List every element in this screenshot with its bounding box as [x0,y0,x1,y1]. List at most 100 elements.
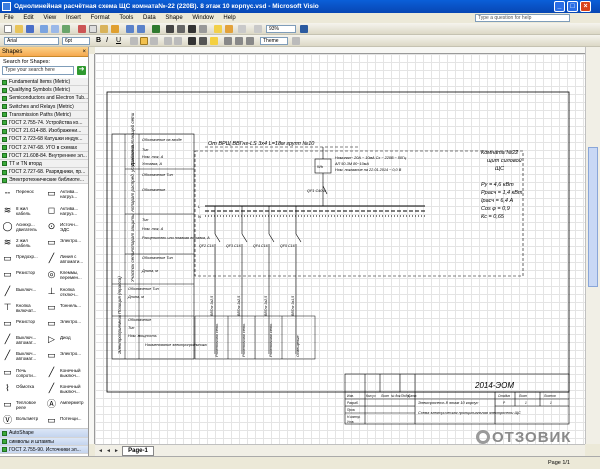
zoom-in-icon[interactable] [254,25,262,33]
menu-edit[interactable]: Edit [19,13,37,23]
stencil-item[interactable]: символы и штампы [0,437,88,446]
menu-view[interactable]: View [39,13,60,23]
align-left-icon[interactable] [130,37,138,45]
shape-item[interactable]: ▭ Электро... [45,348,87,364]
first-page-icon[interactable]: ◄ [98,447,104,455]
justify-icon[interactable] [164,37,172,45]
text-tool-icon[interactable] [188,25,196,33]
connector-tool-icon[interactable] [177,25,185,33]
shape-item[interactable]: ◯ Асинхр... двигатель [1,219,43,235]
save-icon[interactable] [26,25,34,33]
stencil-item[interactable]: Semiconductors and Electron Tub... [0,94,88,103]
font-color-icon[interactable] [188,37,196,45]
shape-item[interactable]: ╱ Конечный выключ... [45,365,87,381]
minimize-button[interactable]: _ [554,1,565,12]
shape-item[interactable]: ▭ Резистор [1,267,43,283]
menu-format[interactable]: Format [87,13,114,23]
shape-item[interactable]: ▭ Предохр... [1,251,43,267]
font-size-select[interactable]: 6pt [62,37,90,45]
shape-item[interactable]: ⌇ Обмотка [1,381,43,397]
new-icon[interactable] [4,25,12,33]
shape-item[interactable]: ╱ Выключ... автомат... [1,332,43,348]
shape-item[interactable]: ▭ Электро... [45,316,87,332]
spelling-icon[interactable] [62,25,70,33]
stencil-item[interactable]: ГОСТ 2.723-68 Катушки индук... [0,135,88,144]
stencil-item[interactable]: Transmission Paths (Metric) [0,110,88,119]
stamp-tool-icon[interactable] [225,25,233,33]
shape-item[interactable]: ▭ Актива... нагруз... [45,186,87,202]
fill-color-icon[interactable] [210,37,218,45]
shape-item[interactable]: ▭ Тоннель... [45,300,87,316]
shape-item[interactable]: ≋ 2 жил кабель [1,235,43,251]
theme-button[interactable]: Theme [260,37,288,45]
line-weight-icon[interactable] [224,37,232,45]
undo-icon[interactable] [126,25,134,33]
shape-item[interactable]: ⊙ Источн... ЭДС [45,219,87,235]
shape-item[interactable]: ◻ Актива... нагруз... [45,203,87,219]
rectangle-tool-icon[interactable] [199,25,207,33]
drawing-canvas[interactable]: От ВРЩ ВВГнг-LS 3х4 L=18м групп №10 Данн… [95,54,585,444]
next-page-icon[interactable]: ► [114,447,120,455]
zoom-select[interactable]: 93% [266,25,296,33]
shape-item[interactable]: ◎ Клеммы, перемен... [45,267,87,283]
shape-item[interactable]: ▭ Печь сопроти... [1,365,43,381]
close-icon[interactable]: × [82,47,86,57]
zoom-out-icon[interactable] [238,25,246,33]
menu-file[interactable]: File [0,13,18,23]
close-button[interactable]: × [580,1,591,12]
shape-item[interactable]: ⊥ Кнопка отключ... [45,284,87,300]
paste-icon[interactable] [100,25,108,33]
menu-help[interactable]: Help [219,13,239,23]
line-color-icon[interactable] [199,37,207,45]
prev-page-icon[interactable]: ◄ [106,447,112,455]
font-select[interactable]: Arial [4,37,59,45]
cut-icon[interactable] [78,25,86,33]
shape-item[interactable]: ⊤ Кнопка включат... [1,300,43,316]
hyperlink-icon[interactable] [152,25,160,33]
stencil-item[interactable]: Switches and Relays (Metric) [0,102,88,111]
format-painter-icon[interactable] [111,25,119,33]
stencil-item[interactable]: Qualifying Symbols (Metric) [0,86,88,95]
redo-icon[interactable] [137,25,145,33]
stencil-item[interactable]: AutoShape [0,429,88,438]
shadow-icon[interactable] [292,37,300,45]
stencil-item[interactable]: ГОСТ 2.747-68. УГО в схемах [0,143,88,152]
stencil-item[interactable]: TT и TN вторд [0,159,88,169]
menu-tools[interactable]: Tools [115,13,137,23]
print-preview-icon[interactable] [51,25,59,33]
vertical-scrollbar[interactable] [585,47,600,444]
help-icon[interactable] [300,25,308,33]
shape-item[interactable]: ╱ Линия с автомати... [45,251,87,267]
stencil-item[interactable]: ГОСТ 2.755-90. Источники эл... [0,445,88,454]
search-go-icon[interactable]: ➜ [77,66,86,75]
bold-icon[interactable]: B [96,37,104,45]
menu-shape[interactable]: Shape [161,13,186,23]
shape-item[interactable]: ≋ 8 жил кабель [1,203,43,219]
italic-icon[interactable]: I [106,37,114,45]
shape-item[interactable]: ╱ Конечный выключ... [45,381,87,397]
shape-item[interactable]: ▷ Диод [45,332,87,348]
shape-item[interactable]: ╱ Выключ... [1,284,43,300]
shape-item[interactable]: ▭ Тепловое реле [1,397,43,413]
shape-item[interactable]: ▭ Электро... [45,235,87,251]
shape-item[interactable]: ▭ Потенци... [45,413,87,429]
shape-item[interactable]: Ⓥ Вольтметр [1,413,43,429]
menu-insert[interactable]: Insert [62,13,85,23]
print-icon[interactable] [40,25,48,33]
shape-search-input[interactable]: Type your search here [2,66,74,75]
maximize-button[interactable]: □ [567,1,578,12]
line-ends-icon[interactable] [246,37,254,45]
shape-item[interactable]: ╌ Перенос [1,186,43,202]
underline-icon[interactable]: U [116,37,124,45]
stencil-item[interactable]: ГОСТ 2.727-68. Разрядники, пр... [0,168,88,177]
menu-window[interactable]: Window [188,13,217,23]
connection-point-icon[interactable] [214,25,222,33]
line-pattern-icon[interactable] [235,37,243,45]
open-icon[interactable] [15,25,23,33]
page-tab[interactable]: Page-1 [122,446,154,456]
pointer-tool-icon[interactable] [166,25,174,33]
stencil-item[interactable]: ГОСТ 2.755-74. Устройства ко... [0,118,88,128]
copy-icon[interactable] [89,25,97,33]
vertical-scroll-thumb[interactable] [588,147,598,287]
help-question-input[interactable]: Type a question for help [475,14,570,22]
